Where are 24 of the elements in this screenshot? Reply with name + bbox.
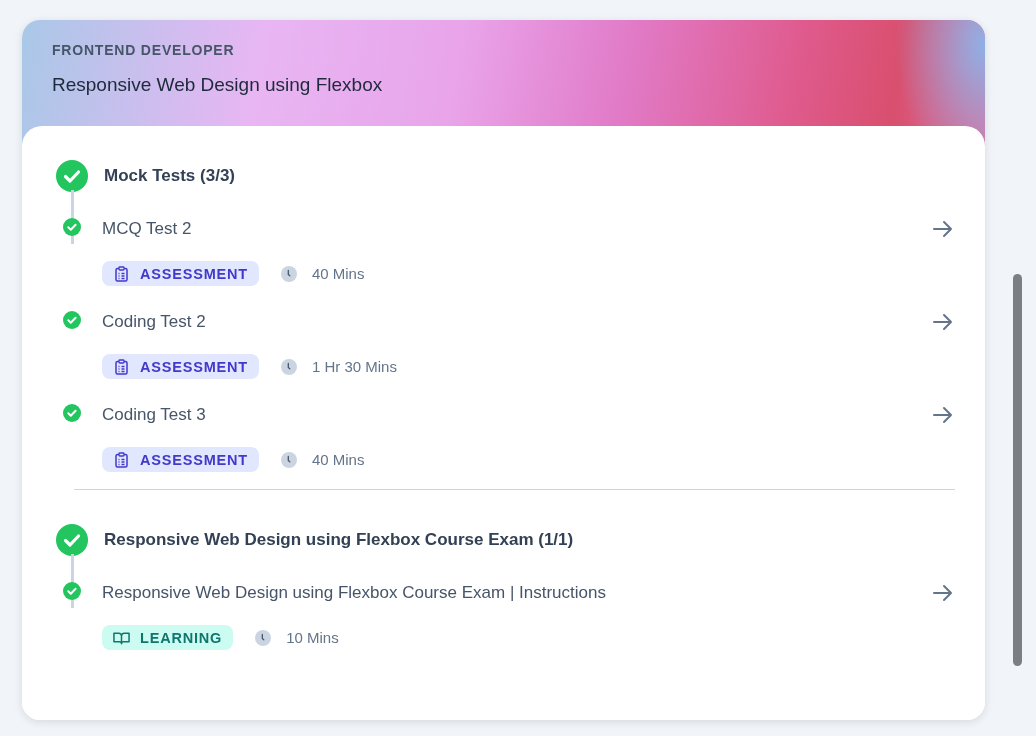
section-title: Mock Tests (3/3) bbox=[104, 166, 235, 186]
item-title[interactable]: Responsive Web Design using Flexbox Course Exam | Instructions bbox=[102, 583, 931, 603]
clock-icon bbox=[255, 629, 272, 646]
assessment-tag: ASSESSMENT bbox=[102, 261, 259, 286]
duration-text: 1 Hr 30 Mins bbox=[311, 358, 397, 375]
track-label: FRONTEND DEVELOPER bbox=[52, 42, 236, 58]
assessment-tag: ASSESSMENT bbox=[102, 447, 259, 472]
scrollbar-thumb[interactable] bbox=[1013, 274, 1022, 666]
clipboard-icon bbox=[113, 358, 130, 375]
section-title: Responsive Web Design using Flexbox Course Exam (1/1) bbox=[104, 530, 574, 550]
course-title: Responsive Web Design using Flexbox bbox=[52, 74, 384, 96]
clock-icon bbox=[280, 358, 297, 375]
clipboard-icon bbox=[113, 451, 130, 468]
clipboard-icon bbox=[113, 265, 130, 282]
item-title[interactable]: Coding Test 2 bbox=[102, 312, 931, 332]
duration-text: 40 Mins bbox=[311, 265, 365, 282]
duration-text: 40 Mins bbox=[311, 451, 365, 468]
duration-text: 10 Mins bbox=[286, 629, 339, 646]
clock-icon bbox=[280, 265, 297, 282]
item-title[interactable]: MCQ Test 2 bbox=[102, 219, 931, 239]
learning-tag: LEARNING bbox=[102, 625, 234, 650]
assessment-tag: ASSESSMENT bbox=[102, 354, 259, 379]
clock-icon bbox=[280, 451, 297, 468]
item-title[interactable]: Coding Test 3 bbox=[102, 405, 931, 425]
